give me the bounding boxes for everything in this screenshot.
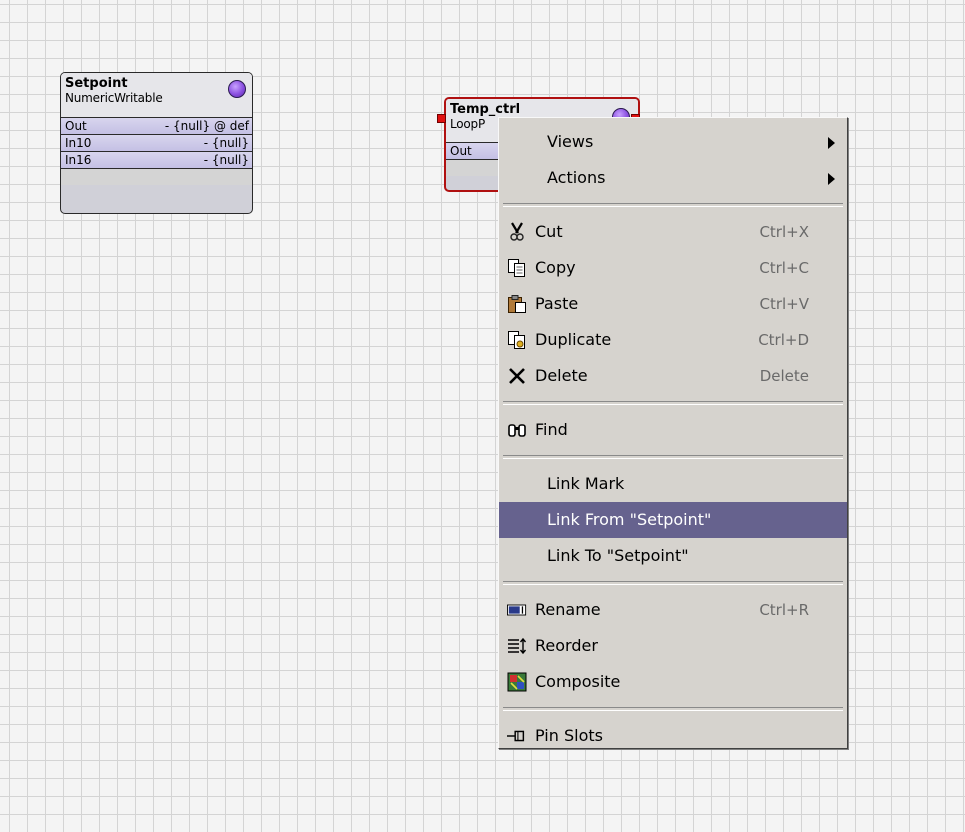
component-footer xyxy=(61,168,252,185)
menu-item-label: Rename xyxy=(535,600,601,619)
slot-out[interactable]: Out - {null} @ def xyxy=(61,117,252,134)
binoculars-icon xyxy=(507,420,527,440)
menu-item-link-mark[interactable]: Link Mark xyxy=(499,466,847,502)
menu-separator xyxy=(503,203,843,207)
menu-item-copy[interactable]: Copy Ctrl+C xyxy=(499,250,847,286)
menu-item-label: Delete xyxy=(535,366,588,385)
menu-item-rename[interactable]: Rename Ctrl+R xyxy=(499,592,847,628)
menu-separator xyxy=(503,581,843,585)
component-type: NumericWritable xyxy=(65,91,163,105)
menu-item-cut[interactable]: Cut Ctrl+X xyxy=(499,214,847,250)
menu-item-label: Paste xyxy=(535,294,579,313)
menu-item-label: Link From "Setpoint" xyxy=(547,510,712,529)
menu-item-delete[interactable]: Delete Delete xyxy=(499,358,847,394)
setpoint-component[interactable]: Setpoint NumericWritable Out - {null} @ … xyxy=(60,72,253,214)
menu-item-find[interactable]: Find xyxy=(499,412,847,448)
menu-item-shortcut: Delete xyxy=(759,367,809,385)
menu-item-label: Find xyxy=(535,420,568,439)
menu-item-link-from[interactable]: Link From "Setpoint" xyxy=(499,502,847,538)
slot-name: Out xyxy=(65,118,87,133)
menu-item-label: Composite xyxy=(535,672,621,691)
pin-icon xyxy=(507,726,527,746)
menu-item-label: Pin Slots xyxy=(535,726,603,745)
reorder-icon xyxy=(507,636,527,656)
paste-icon xyxy=(507,294,527,314)
menu-separator xyxy=(503,707,843,711)
menu-item-label: Actions xyxy=(547,168,606,187)
component-header: Setpoint NumericWritable xyxy=(61,73,252,117)
menu-item-shortcut: Ctrl+D xyxy=(758,331,809,349)
slot-value: - {null} xyxy=(203,135,249,150)
menu-item-views[interactable]: Views xyxy=(499,124,847,160)
wiresheet-canvas[interactable]: Setpoint NumericWritable Out - {null} @ … xyxy=(0,0,965,832)
menu-item-label: Copy xyxy=(535,258,576,277)
slot-in10[interactable]: In10 - {null} xyxy=(61,134,252,151)
slot-value: - {null} xyxy=(203,152,249,167)
component-name: Temp_ctrl xyxy=(450,102,521,117)
slot-name: Out xyxy=(450,143,472,158)
menu-item-shortcut: Ctrl+R xyxy=(759,601,809,619)
copy-icon xyxy=(507,258,527,278)
scissors-icon xyxy=(507,222,527,242)
submenu-arrow-icon xyxy=(828,137,835,149)
menu-item-actions[interactable]: Actions xyxy=(499,160,847,196)
menu-item-label: Duplicate xyxy=(535,330,612,349)
menu-item-reorder[interactable]: Reorder xyxy=(499,628,847,664)
context-menu: Views Actions Cut Ctrl+X Copy Ctrl+C Pas… xyxy=(498,117,848,749)
menu-item-label: Link Mark xyxy=(547,474,625,493)
slot-name: In16 xyxy=(65,152,92,167)
selection-handle[interactable] xyxy=(437,114,446,123)
submenu-arrow-icon xyxy=(828,173,835,185)
menu-item-label: Views xyxy=(547,132,594,151)
menu-item-label: Link To "Setpoint" xyxy=(547,546,689,565)
menu-item-paste[interactable]: Paste Ctrl+V xyxy=(499,286,847,322)
component-name: Setpoint xyxy=(65,76,128,91)
rename-icon xyxy=(507,600,527,620)
menu-item-pin-slots[interactable]: Pin Slots xyxy=(499,718,847,754)
menu-item-duplicate[interactable]: Duplicate Ctrl+D xyxy=(499,322,847,358)
composite-icon xyxy=(507,672,527,692)
menu-item-shortcut: Ctrl+X xyxy=(759,223,809,241)
menu-item-shortcut: Ctrl+C xyxy=(759,259,809,277)
status-dot-icon xyxy=(228,80,246,98)
slot-value: - {null} @ def xyxy=(164,118,249,133)
menu-separator xyxy=(503,455,843,459)
menu-item-composite[interactable]: Composite xyxy=(499,664,847,700)
slot-in16[interactable]: In16 - {null} xyxy=(61,151,252,168)
slot-name: In10 xyxy=(65,135,92,150)
menu-item-link-to[interactable]: Link To "Setpoint" xyxy=(499,538,847,574)
menu-item-label: Reorder xyxy=(535,636,598,655)
duplicate-icon xyxy=(507,330,527,350)
x-icon xyxy=(507,366,527,386)
menu-separator xyxy=(503,401,843,405)
menu-item-label: Cut xyxy=(535,222,563,241)
menu-item-shortcut: Ctrl+V xyxy=(759,295,809,313)
